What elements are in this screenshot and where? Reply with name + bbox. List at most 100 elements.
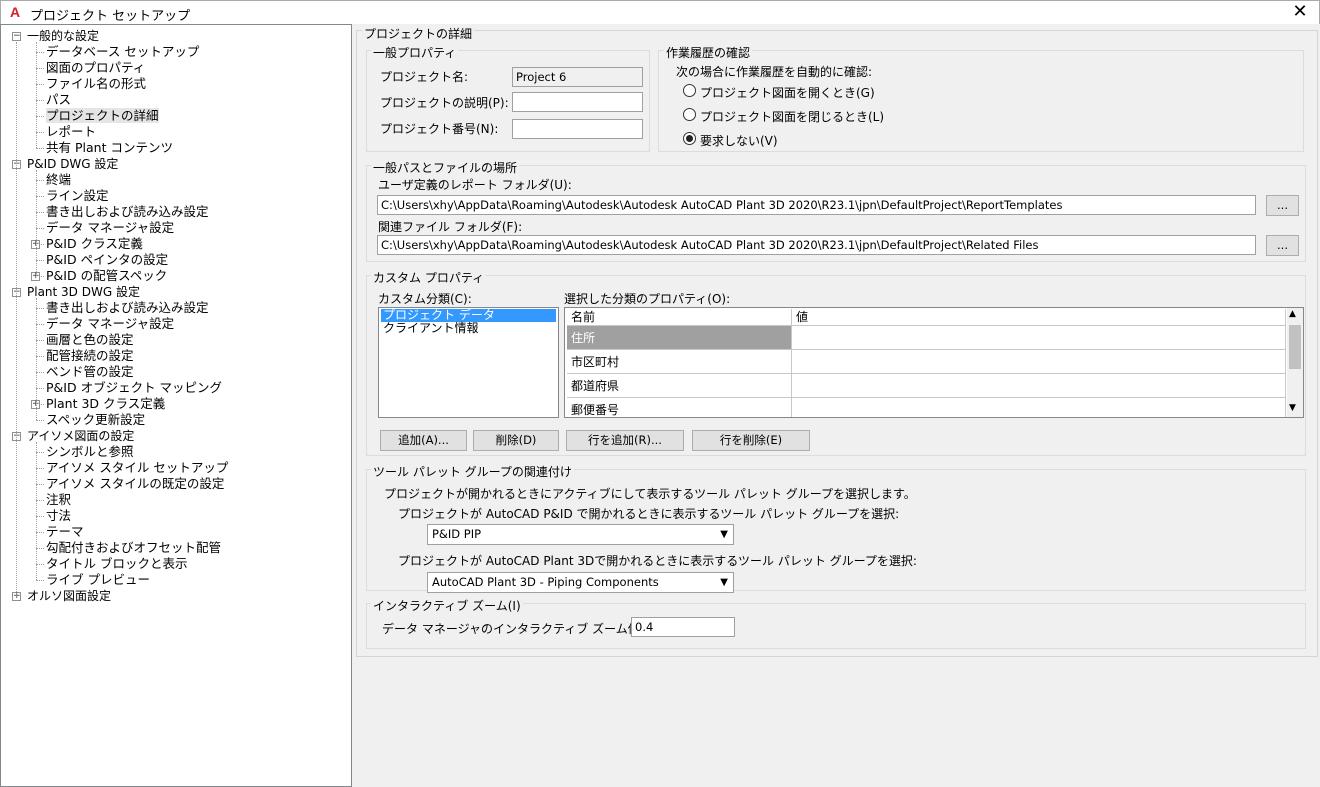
zoom-factor-input[interactable]: 0.4	[631, 617, 735, 637]
tree-connector	[36, 420, 44, 421]
scroll-down-icon[interactable]: ▼	[1289, 403, 1296, 413]
grid-row-name[interactable]: 都道府県	[567, 374, 792, 398]
tree-item-label: 寸法	[46, 508, 72, 523]
pid-palette-value: P&ID PIP	[432, 527, 482, 541]
project-description-label: プロジェクトの説明(P):	[380, 96, 509, 110]
tree-item[interactable]: P&ID の配管スペック	[46, 268, 167, 284]
tree-item[interactable]: ライン設定	[46, 188, 109, 204]
tree-item[interactable]: ライブ プレビュー	[46, 572, 150, 588]
tree-item-label: P&ID オブジェクト マッピング	[46, 380, 223, 395]
tree-item-label: 注釈	[46, 492, 72, 507]
tree-item[interactable]: シンボルと参照	[46, 444, 134, 460]
scroll-thumb[interactable]	[1289, 325, 1301, 369]
tree-item[interactable]: パス	[46, 92, 71, 108]
grid-row-name[interactable]: 住所	[567, 326, 792, 350]
tree-item-label: P&ID DWG 設定	[27, 157, 119, 171]
window-title: プロジェクト セットアップ	[30, 9, 191, 24]
grid-scrollbar[interactable]: ▲ ▼	[1287, 308, 1303, 417]
collapse-icon[interactable]: −	[12, 32, 21, 41]
properties-grid[interactable]: 名前 値 住所 市区町村 都道府県 郵便番号 ▲ ▼	[564, 307, 1304, 418]
tree-item[interactable]: 共有 Plant コンテンツ	[46, 140, 173, 156]
radio-close-drawing[interactable]	[683, 108, 696, 121]
tree-item[interactable]: 画層と色の設定	[46, 332, 134, 348]
tree-item[interactable]: 書き出しおよび読み込み設定	[46, 300, 209, 316]
grid-row-value[interactable]	[792, 326, 1286, 350]
general-properties-title: 一般プロパティ	[371, 44, 459, 61]
tree-item[interactable]: データベース セットアップ	[46, 44, 199, 60]
tree-item[interactable]: 勾配付きおよびオフセット配管	[46, 540, 221, 556]
tree-item[interactable]: 終端	[46, 172, 71, 188]
grid-row-value[interactable]	[792, 350, 1286, 374]
radio-open-drawing-label[interactable]: プロジェクト図面を開くとき(G)	[700, 84, 875, 101]
grid-row-name[interactable]: 郵便番号	[567, 398, 792, 417]
radio-close-drawing-label[interactable]: プロジェクト図面を閉じるとき(L)	[700, 108, 884, 125]
scroll-up-icon[interactable]: ▲	[1289, 309, 1296, 319]
tree-category[interactable]: オルソ図面設定	[27, 588, 111, 604]
report-folder-input[interactable]: C:\Users\xhy\AppData\Roaming\Autodesk\Au…	[377, 195, 1256, 215]
tree-connector	[36, 468, 44, 469]
tree-connector	[36, 84, 44, 85]
tree-category[interactable]: Plant 3D DWG 設定	[27, 284, 140, 300]
tree-item-label: ファイル名の形式	[46, 76, 147, 91]
tree-item[interactable]: 配管接続の設定	[46, 348, 134, 364]
tree-connector	[36, 388, 44, 389]
tree-item[interactable]: 注釈	[46, 492, 71, 508]
tree-category[interactable]: アイソメ図面の設定	[27, 428, 134, 444]
tree-category[interactable]: P&ID DWG 設定	[27, 156, 118, 172]
project-number-label: プロジェクト番号(N):	[380, 122, 499, 136]
grid-row-value[interactable]	[792, 374, 1286, 398]
tree-item[interactable]: P&ID クラス定義	[46, 236, 143, 252]
tree-item-label: ベンド管の設定	[46, 364, 134, 379]
tree-item[interactable]: Plant 3D クラス定義	[46, 396, 165, 412]
grid-row-name[interactable]: 市区町村	[567, 350, 792, 374]
add-category-button[interactable]: 追加(A)...	[380, 430, 467, 451]
tree-item[interactable]: アイソメ スタイル セットアップ	[46, 460, 228, 476]
custom-categories-list[interactable]: プロジェクト データ クライアント情報	[378, 307, 559, 418]
tree-category[interactable]: 一般的な設定	[27, 28, 99, 44]
tree-item[interactable]: スペック更新設定	[46, 412, 145, 428]
tree-item-label: P&ID ペインタの設定	[46, 252, 169, 267]
paths-title: 一般パスとファイルの場所	[371, 159, 520, 176]
project-description-input[interactable]	[512, 92, 643, 112]
tree-item-label: 一般的な設定	[27, 29, 100, 43]
tree-item[interactable]: 書き出しおよび読み込み設定	[46, 204, 209, 220]
tree-item[interactable]: 図面のプロパティ	[46, 60, 145, 76]
close-button[interactable]: ✕	[1285, 1, 1315, 23]
related-folder-input[interactable]: C:\Users\xhy\AppData\Roaming\Autodesk\Au…	[377, 235, 1256, 255]
tree-item[interactable]: P&ID オブジェクト マッピング	[46, 380, 222, 396]
column-header-name: 名前	[567, 309, 792, 326]
radio-never-label[interactable]: 要求しない(V)	[700, 132, 778, 149]
tree-item[interactable]: データ マネージャ設定	[46, 220, 174, 236]
tree-item[interactable]: 寸法	[46, 508, 71, 524]
tree-item[interactable]: プロジェクトの詳細	[46, 108, 159, 124]
tree-connector	[36, 170, 37, 276]
grid-row-value[interactable]	[792, 398, 1286, 417]
settings-tree[interactable]: 一般的な設定 − データベース セットアップ 図面のプロパティ ファイル名の形式 パス プロ…	[0, 24, 352, 787]
chevron-down-icon: ▼	[720, 529, 728, 540]
radio-never[interactable]	[683, 132, 696, 145]
delete-row-button[interactable]: 行を削除(E)	[692, 430, 810, 451]
tree-item[interactable]: ファイル名の形式	[46, 76, 146, 92]
panel-title: プロジェクトの詳細	[362, 25, 475, 42]
tree-item[interactable]: タイトル ブロックと表示	[46, 556, 187, 572]
history-prompt: 次の場合に作業履歴を自動的に確認:	[676, 65, 873, 79]
tree-item-label: Plant 3D クラス定義	[46, 396, 166, 411]
tree-item[interactable]: データ マネージャ設定	[46, 316, 174, 332]
add-row-button[interactable]: 行を追加(R)...	[566, 430, 684, 451]
pid-palette-select[interactable]: P&ID PIP ▼	[427, 524, 734, 545]
report-folder-label: ユーザ定義のレポート フォルダ(U):	[378, 178, 572, 192]
report-folder-browse-button[interactable]: ...	[1266, 195, 1299, 216]
tree-item[interactable]: ベンド管の設定	[46, 364, 134, 380]
tree-item[interactable]: P&ID ペインタの設定	[46, 252, 168, 268]
plant-palette-select[interactable]: AutoCAD Plant 3D - Piping Components ▼	[427, 572, 734, 593]
category-item[interactable]: クライアント情報	[381, 322, 556, 335]
tree-item[interactable]: テーマ	[46, 524, 84, 540]
project-number-input[interactable]	[512, 119, 643, 139]
tree-item[interactable]: アイソメ スタイルの既定の設定	[46, 476, 224, 492]
related-folder-browse-button[interactable]: ...	[1266, 235, 1299, 256]
radio-open-drawing[interactable]	[683, 84, 696, 97]
delete-category-button[interactable]: 削除(D)	[473, 430, 559, 451]
title-bar: A プロジェクト セットアップ ✕	[0, 0, 1320, 24]
tree-item[interactable]: レポート	[46, 124, 96, 140]
tree-connector	[36, 452, 44, 453]
